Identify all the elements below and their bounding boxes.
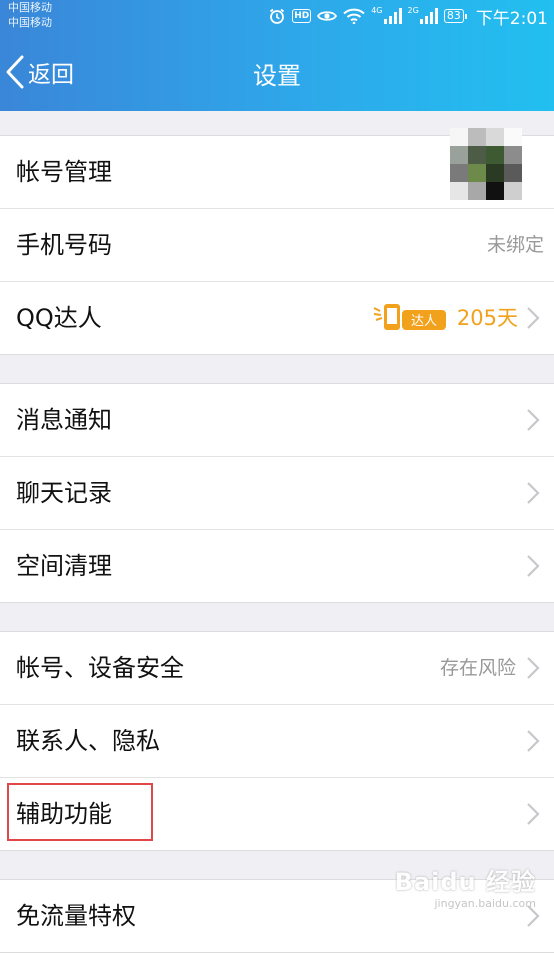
status-icons: HD 4G 2G 83 下午2:01 [268,5,548,29]
row-qq-talent[interactable]: QQ达人 205天 [0,282,554,354]
back-button[interactable]: 返回 [4,52,74,92]
row-notifications[interactable]: 消息通知 [0,384,554,457]
network-type-2: 2G [407,5,419,15]
signal-icon [419,8,438,24]
row-label: 联系人、隐私 [16,727,160,755]
battery-icon: 83 [443,9,467,23]
row-accessibility[interactable]: 辅助功能 [0,778,554,850]
row-label: 帐号、设备安全 [16,654,184,682]
chevron-right-icon [527,307,540,329]
watermark-main: Baidu 经验 [394,868,536,896]
settings-group-security: 帐号、设备安全 存在风险 联系人、隐私 辅助功能 [0,631,554,851]
eye-icon [317,9,338,23]
row-label: 聊天记录 [16,479,112,507]
security-status-value: 存在风险 [439,657,516,679]
row-contacts-privacy[interactable]: 联系人、隐私 [0,705,554,778]
chevron-right-icon [527,657,540,679]
talent-badge-label: 达人 [411,314,437,329]
alarm-icon [268,7,286,25]
back-label: 返回 [28,62,74,88]
row-label: 空间清理 [16,552,112,580]
carrier-label-2: 中国移动 [8,16,52,29]
row-label: 手机号码 [16,231,112,259]
row-storage-cleanup[interactable]: 空间清理 [0,530,554,602]
status-time: 下午2:01 [475,8,548,29]
row-phone-number[interactable]: 手机号码 未绑定 [0,209,554,282]
page-title: 设置 [253,62,301,90]
row-label: 消息通知 [16,406,112,434]
chevron-right-icon [527,555,540,577]
talent-badge-icon: 达人 [373,304,446,330]
settings-group-messages: 消息通知 聊天记录 空间清理 [0,383,554,603]
watermark: Baidu 经验 jingyan.baidu.com [395,862,536,910]
chevron-right-icon [527,482,540,504]
row-account-device-security[interactable]: 帐号、设备安全 存在风险 [0,632,554,705]
chevron-right-icon [527,803,540,825]
chevron-right-icon [527,730,540,752]
phone-status-value: 未绑定 [486,234,544,256]
row-label: 辅助功能 [16,800,112,828]
row-chat-history[interactable]: 聊天记录 [0,457,554,530]
nav-bar: 返回 设置 [0,34,554,111]
network-type-1: 4G [371,5,383,15]
row-label: 帐号管理 [16,158,112,186]
avatar[interactable] [450,128,522,200]
row-label: 免流量特权 [16,902,136,930]
chevron-left-icon [6,55,24,89]
carrier-label-1: 中国移动 [8,1,52,14]
chevron-right-icon [527,409,540,431]
wifi-icon [343,8,365,24]
signal-icon [383,8,402,24]
status-bar: 中国移动 中国移动 HD 4G 2G 83 下午2:01 [0,0,554,34]
hd-icon: HD [292,9,312,23]
row-label: QQ达人 [16,304,102,332]
talent-days-value: 205天 [456,306,518,330]
watermark-sub: jingyan.baidu.com [434,897,536,910]
